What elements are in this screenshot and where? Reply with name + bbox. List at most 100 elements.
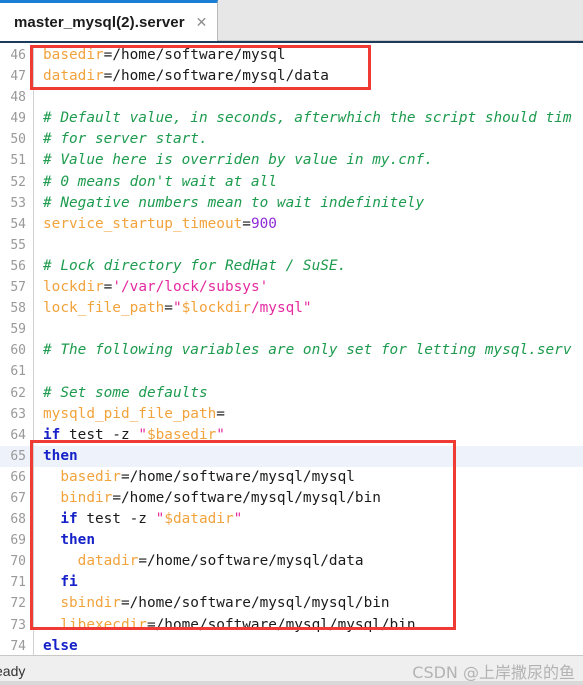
code-line[interactable]: 57 lockdir='/var/lock/subsys' [0, 277, 583, 299]
code-line[interactable]: 73 libexecdir=/home/software/mysql/mysql… [0, 614, 583, 636]
token-plain: = [242, 215, 251, 232]
watermark-label: CSDN @上岸撒尿的鱼 [412, 663, 575, 682]
code-text[interactable]: # Default value, in seconds, afterwhich … [34, 108, 572, 129]
line-number: 51 [10, 153, 26, 169]
code-text[interactable] [34, 235, 43, 256]
code-line[interactable]: 46 basedir=/home/software/mysql [0, 45, 583, 67]
code-line[interactable]: 49 # Default value, in seconds, afterwhic… [0, 108, 583, 130]
token-comment: # for server start. [43, 131, 208, 148]
code-lines-container: 46 basedir=/home/software/mysql 47 datadir=… [0, 43, 583, 655]
code-text[interactable]: mysqld_pid_file_path= [34, 404, 225, 425]
code-line[interactable]: 67 bindir=/home/software/mysql/mysql/bin [0, 487, 583, 510]
code-text[interactable]: if test -z "$basedir" [34, 425, 225, 446]
code-line[interactable]: 64 if test -z "$basedir" [0, 424, 583, 446]
token-plain: =/home/software/mysql/data [138, 553, 364, 570]
code-text[interactable]: basedir=/home/software/mysql [34, 45, 286, 66]
code-text[interactable]: # 0 means don't wait at all [34, 172, 277, 193]
token-comment: # The following variables are only set f… [43, 342, 572, 359]
code-line[interactable]: 52 # 0 means don't wait at all [0, 171, 583, 193]
code-line[interactable]: 71 fi [0, 572, 583, 594]
code-text[interactable]: # Set some defaults [34, 383, 208, 404]
code-line[interactable]: 69 then [0, 530, 583, 552]
line-number: 53 [10, 195, 26, 211]
tab-master-mysql-server[interactable]: master_mysql(2).server ✕ [0, 0, 219, 41]
code-text[interactable]: # The following variables are only set f… [34, 340, 572, 361]
code-line[interactable]: 68 if test -z "$datadir" [0, 509, 583, 531]
code-text[interactable]: # Negative numbers mean to wait indefini… [34, 193, 424, 214]
token-var: mysqld_pid_file_path [43, 405, 217, 422]
code-text[interactable]: datadir=/home/software/mysql/data [34, 551, 364, 572]
code-line[interactable]: 56 # Lock directory for RedHat / SuSE. [0, 255, 583, 278]
close-icon[interactable]: ✕ [196, 15, 208, 29]
code-text[interactable]: libexecdir=/home/software/mysql/mysql/bi… [34, 615, 416, 636]
code-text[interactable]: datadir=/home/software/mysql/data [34, 66, 329, 87]
code-text[interactable] [34, 361, 43, 382]
line-number: 49 [10, 111, 26, 127]
code-line[interactable]: 63 mysqld_pid_file_path= [0, 403, 583, 425]
code-line[interactable]: 47 datadir=/home/software/mysql/data [0, 66, 583, 88]
code-text[interactable]: bindir=/home/software/mysql/mysql/bin [34, 488, 381, 509]
token-str: " [233, 511, 243, 528]
token-str: '/var/lock/subsys' [112, 279, 269, 296]
line-number: 55 [10, 237, 26, 253]
code-text[interactable]: fi [34, 572, 78, 593]
code-line[interactable]: 60 # The following variables are only set… [0, 340, 583, 362]
code-line[interactable]: 58 lock_file_path="$lockdir/mysql" [0, 298, 583, 320]
code-line[interactable]: 59 [0, 319, 583, 341]
code-line[interactable]: 62 # Set some defaults [0, 382, 583, 404]
code-text[interactable]: service_startup_timeout=900 [34, 214, 277, 235]
code-line[interactable]: 54 service_startup_timeout=900 [0, 213, 583, 235]
editor-window: master_mysql(2).server ✕ 46 basedir=/home… [0, 0, 583, 685]
token-plain: =/home/software/mysql/mysql/bin [112, 489, 381, 506]
token-plain: =/home/software/mysql/mysql/bin [146, 616, 416, 633]
code-text[interactable] [34, 319, 43, 340]
code-line[interactable]: 70 datadir=/home/software/mysql/data [0, 551, 583, 573]
code-text[interactable]: else [34, 636, 78, 655]
line-number: 66 [10, 469, 26, 485]
code-text[interactable]: if test -z "$datadir" [34, 509, 242, 530]
token-kw: fi [60, 574, 78, 591]
code-text[interactable]: # for server start. [34, 129, 208, 150]
code-text[interactable]: # Value here is overriden by value in my… [34, 150, 433, 171]
line-number: 60 [10, 343, 26, 359]
code-text[interactable] [34, 87, 43, 108]
code-text[interactable]: lock_file_path="$lockdir/mysql" [34, 298, 312, 319]
code-text[interactable]: sbindir=/home/software/mysql/mysql/bin [34, 593, 389, 614]
code-line[interactable]: 48 [0, 87, 583, 109]
code-line[interactable]: 66 basedir=/home/software/mysql/mysql [0, 466, 583, 488]
code-line[interactable]: 51 # Value here is overriden by value in … [0, 150, 583, 172]
code-text[interactable]: lockdir='/var/lock/subsys' [34, 277, 268, 298]
code-line[interactable]: 53 # Negative numbers mean to wait indefi… [0, 192, 583, 214]
line-number: 70 [10, 554, 26, 570]
token-comment: # 0 means don't wait at all [43, 173, 277, 190]
line-number: 61 [10, 364, 26, 380]
code-line[interactable]: 50 # for server start. [0, 129, 583, 151]
token-kw: if [43, 426, 61, 443]
code-line[interactable]: 72 sbindir=/home/software/mysql/mysql/bi… [0, 593, 583, 615]
line-number: 68 [10, 512, 26, 528]
token-str: " [216, 426, 225, 443]
code-text[interactable]: then [34, 530, 95, 551]
token-plain: =/home/software/mysql/data [103, 68, 329, 85]
token-str: " [172, 300, 182, 317]
tab-bar: master_mysql(2).server ✕ [0, 0, 583, 41]
token-var: lockdir [43, 279, 104, 296]
code-text[interactable]: then [34, 446, 78, 467]
token-plain: = [216, 405, 225, 422]
token-plain: test -z [77, 511, 156, 528]
line-number: 67 [10, 490, 26, 506]
code-line[interactable]: 61 [0, 361, 583, 383]
scrollbar-track[interactable] [0, 681, 583, 685]
code-line[interactable]: 74 else [0, 635, 583, 655]
line-number: 47 [10, 69, 26, 85]
code-line[interactable]: 65 then [0, 445, 583, 467]
code-text[interactable]: basedir=/home/software/mysql/mysql [34, 467, 355, 488]
token-str: " [155, 511, 165, 528]
line-number: 65 [10, 448, 26, 464]
code-text[interactable]: # Lock directory for RedHat / SuSE. [34, 256, 346, 277]
code-line[interactable]: 55 [0, 234, 583, 256]
code-editor[interactable]: 46 basedir=/home/software/mysql 47 datadir=… [0, 41, 583, 655]
